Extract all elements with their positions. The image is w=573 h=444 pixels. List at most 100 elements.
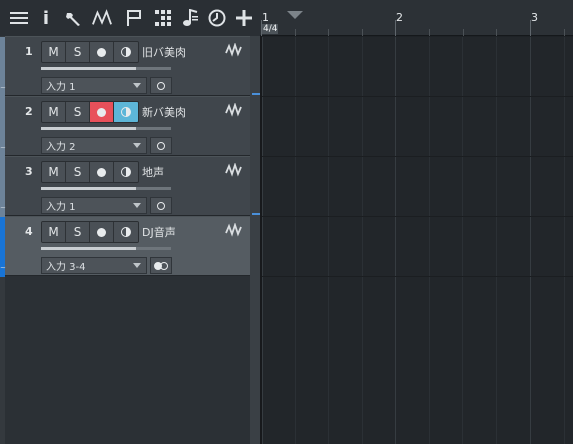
track-lane-2[interactable] <box>262 97 573 157</box>
mono-icon <box>157 141 165 150</box>
wrench-icon[interactable] <box>63 8 83 28</box>
beat-tick <box>496 29 497 36</box>
bar-number-3: 3 <box>531 11 538 24</box>
track-lane-3[interactable] <box>262 157 573 217</box>
input-label: 入力 3-4 <box>46 262 86 273</box>
beat-tick <box>429 29 430 36</box>
monitor-button[interactable] <box>114 42 138 62</box>
monitor-icon <box>121 107 131 117</box>
io-channel-button[interactable] <box>150 137 172 154</box>
track-row-1[interactable]: ~ 1 M S 旧バ美肉 入力 1 <box>0 36 250 97</box>
automation-toggle-icon[interactable]: ~ <box>0 204 6 212</box>
music-note-icon[interactable] <box>180 8 200 28</box>
solo-button[interactable]: S <box>66 102 90 122</box>
track-name[interactable]: DJ音声 <box>142 224 176 240</box>
track-name[interactable]: 新バ美肉 <box>142 104 186 120</box>
waveform-icon[interactable] <box>225 223 243 237</box>
mute-button[interactable]: M <box>42 102 66 122</box>
record-arm-button[interactable] <box>90 102 114 122</box>
arrange-view[interactable] <box>262 37 573 444</box>
track-list-splitter[interactable] <box>250 36 260 444</box>
add-icon[interactable] <box>234 8 254 28</box>
record-icon <box>97 47 106 57</box>
input-select[interactable]: 入力 1 <box>41 197 147 214</box>
volume-fader[interactable] <box>41 127 171 130</box>
clock-icon[interactable] <box>207 8 227 28</box>
track-name[interactable]: 旧バ美肉 <box>142 44 186 60</box>
volume-fader[interactable] <box>41 247 171 250</box>
flag-icon[interactable] <box>124 8 144 28</box>
input-label: 入力 2 <box>46 142 76 153</box>
info-icon[interactable]: i <box>36 8 56 29</box>
volume-fader[interactable] <box>41 67 171 70</box>
input-select[interactable]: 入力 1 <box>41 77 147 94</box>
record-arm-button[interactable] <box>90 42 114 62</box>
track-button-group: M S <box>41 161 139 183</box>
resize-handle[interactable] <box>252 93 260 95</box>
timeline-ruler[interactable]: 1 2 3 4/4 <box>260 0 573 36</box>
track-row-2[interactable]: ~ 2 M S 新バ美肉 入力 2 <box>0 96 250 157</box>
monitor-button[interactable] <box>114 102 138 122</box>
record-icon <box>97 107 106 117</box>
monitor-icon <box>121 227 131 237</box>
volume-fader-level <box>41 127 136 130</box>
volume-fader-level <box>41 247 136 250</box>
record-arm-button[interactable] <box>90 222 114 242</box>
bar-tick <box>395 20 396 36</box>
input-select[interactable]: 入力 3-4 <box>41 257 147 274</box>
beat-tick <box>362 29 363 36</box>
automation-toggle-icon[interactable]: ~ <box>0 84 6 92</box>
chevron-down-icon <box>133 263 141 268</box>
io-channel-button[interactable] <box>150 257 172 274</box>
io-channel-button[interactable] <box>150 197 172 214</box>
chevron-down-icon <box>133 143 141 148</box>
resize-handle[interactable] <box>252 213 260 215</box>
solo-button[interactable]: S <box>66 42 90 62</box>
track-list: ~ 1 M S 旧バ美肉 入力 1 ~ 2 M S 新バ美肉 入力 2 ~ 3 … <box>0 36 260 444</box>
input-label: 入力 1 <box>46 82 76 93</box>
bar-number-2: 2 <box>396 11 403 24</box>
track-lane-1[interactable] <box>262 37 573 97</box>
time-signature[interactable]: 4/4 <box>262 24 279 34</box>
monitor-button[interactable] <box>114 222 138 242</box>
track-lane-4[interactable] <box>262 217 573 277</box>
solo-button[interactable]: S <box>66 162 90 182</box>
input-label: 入力 1 <box>46 202 76 213</box>
waveform-icon[interactable] <box>225 163 243 177</box>
solo-button[interactable]: S <box>66 222 90 242</box>
mono-icon <box>157 201 165 210</box>
track-number: 3 <box>25 165 33 178</box>
record-icon <box>97 227 106 237</box>
grid-icon[interactable] <box>153 8 173 28</box>
waveform-icon[interactable] <box>225 103 243 117</box>
toolbar: i <box>0 0 260 36</box>
mute-button[interactable]: M <box>42 162 66 182</box>
volume-fader-level <box>41 67 136 70</box>
monitor-icon <box>121 47 131 57</box>
waveform-icon[interactable] <box>225 43 243 57</box>
volume-fader-level <box>41 187 136 190</box>
automation-toggle-icon[interactable]: ~ <box>0 264 6 272</box>
input-select[interactable]: 入力 2 <box>41 137 147 154</box>
track-row-3[interactable]: ~ 3 M S 地声 入力 1 <box>0 156 250 217</box>
track-name[interactable]: 地声 <box>142 164 164 180</box>
mute-button[interactable]: M <box>42 42 66 62</box>
beat-tick <box>295 29 296 36</box>
record-icon <box>97 167 106 177</box>
io-channel-button[interactable] <box>150 77 172 94</box>
track-list-empty-area[interactable] <box>5 276 260 444</box>
list-icon[interactable] <box>9 8 29 28</box>
track-row-4[interactable]: ~ 4 M S DJ音声 入力 3-4 <box>0 216 250 277</box>
monitor-button[interactable] <box>114 162 138 182</box>
track-number: 2 <box>25 105 33 118</box>
stereo-icon <box>154 261 168 270</box>
automation-icon[interactable] <box>92 8 112 28</box>
record-arm-button[interactable] <box>90 162 114 182</box>
automation-toggle-icon[interactable]: ~ <box>0 144 6 152</box>
monitor-icon <box>121 167 131 177</box>
beat-tick <box>564 29 565 36</box>
playhead-marker[interactable] <box>287 11 303 19</box>
mute-button[interactable]: M <box>42 222 66 242</box>
volume-fader[interactable] <box>41 187 171 190</box>
chevron-down-icon <box>133 203 141 208</box>
